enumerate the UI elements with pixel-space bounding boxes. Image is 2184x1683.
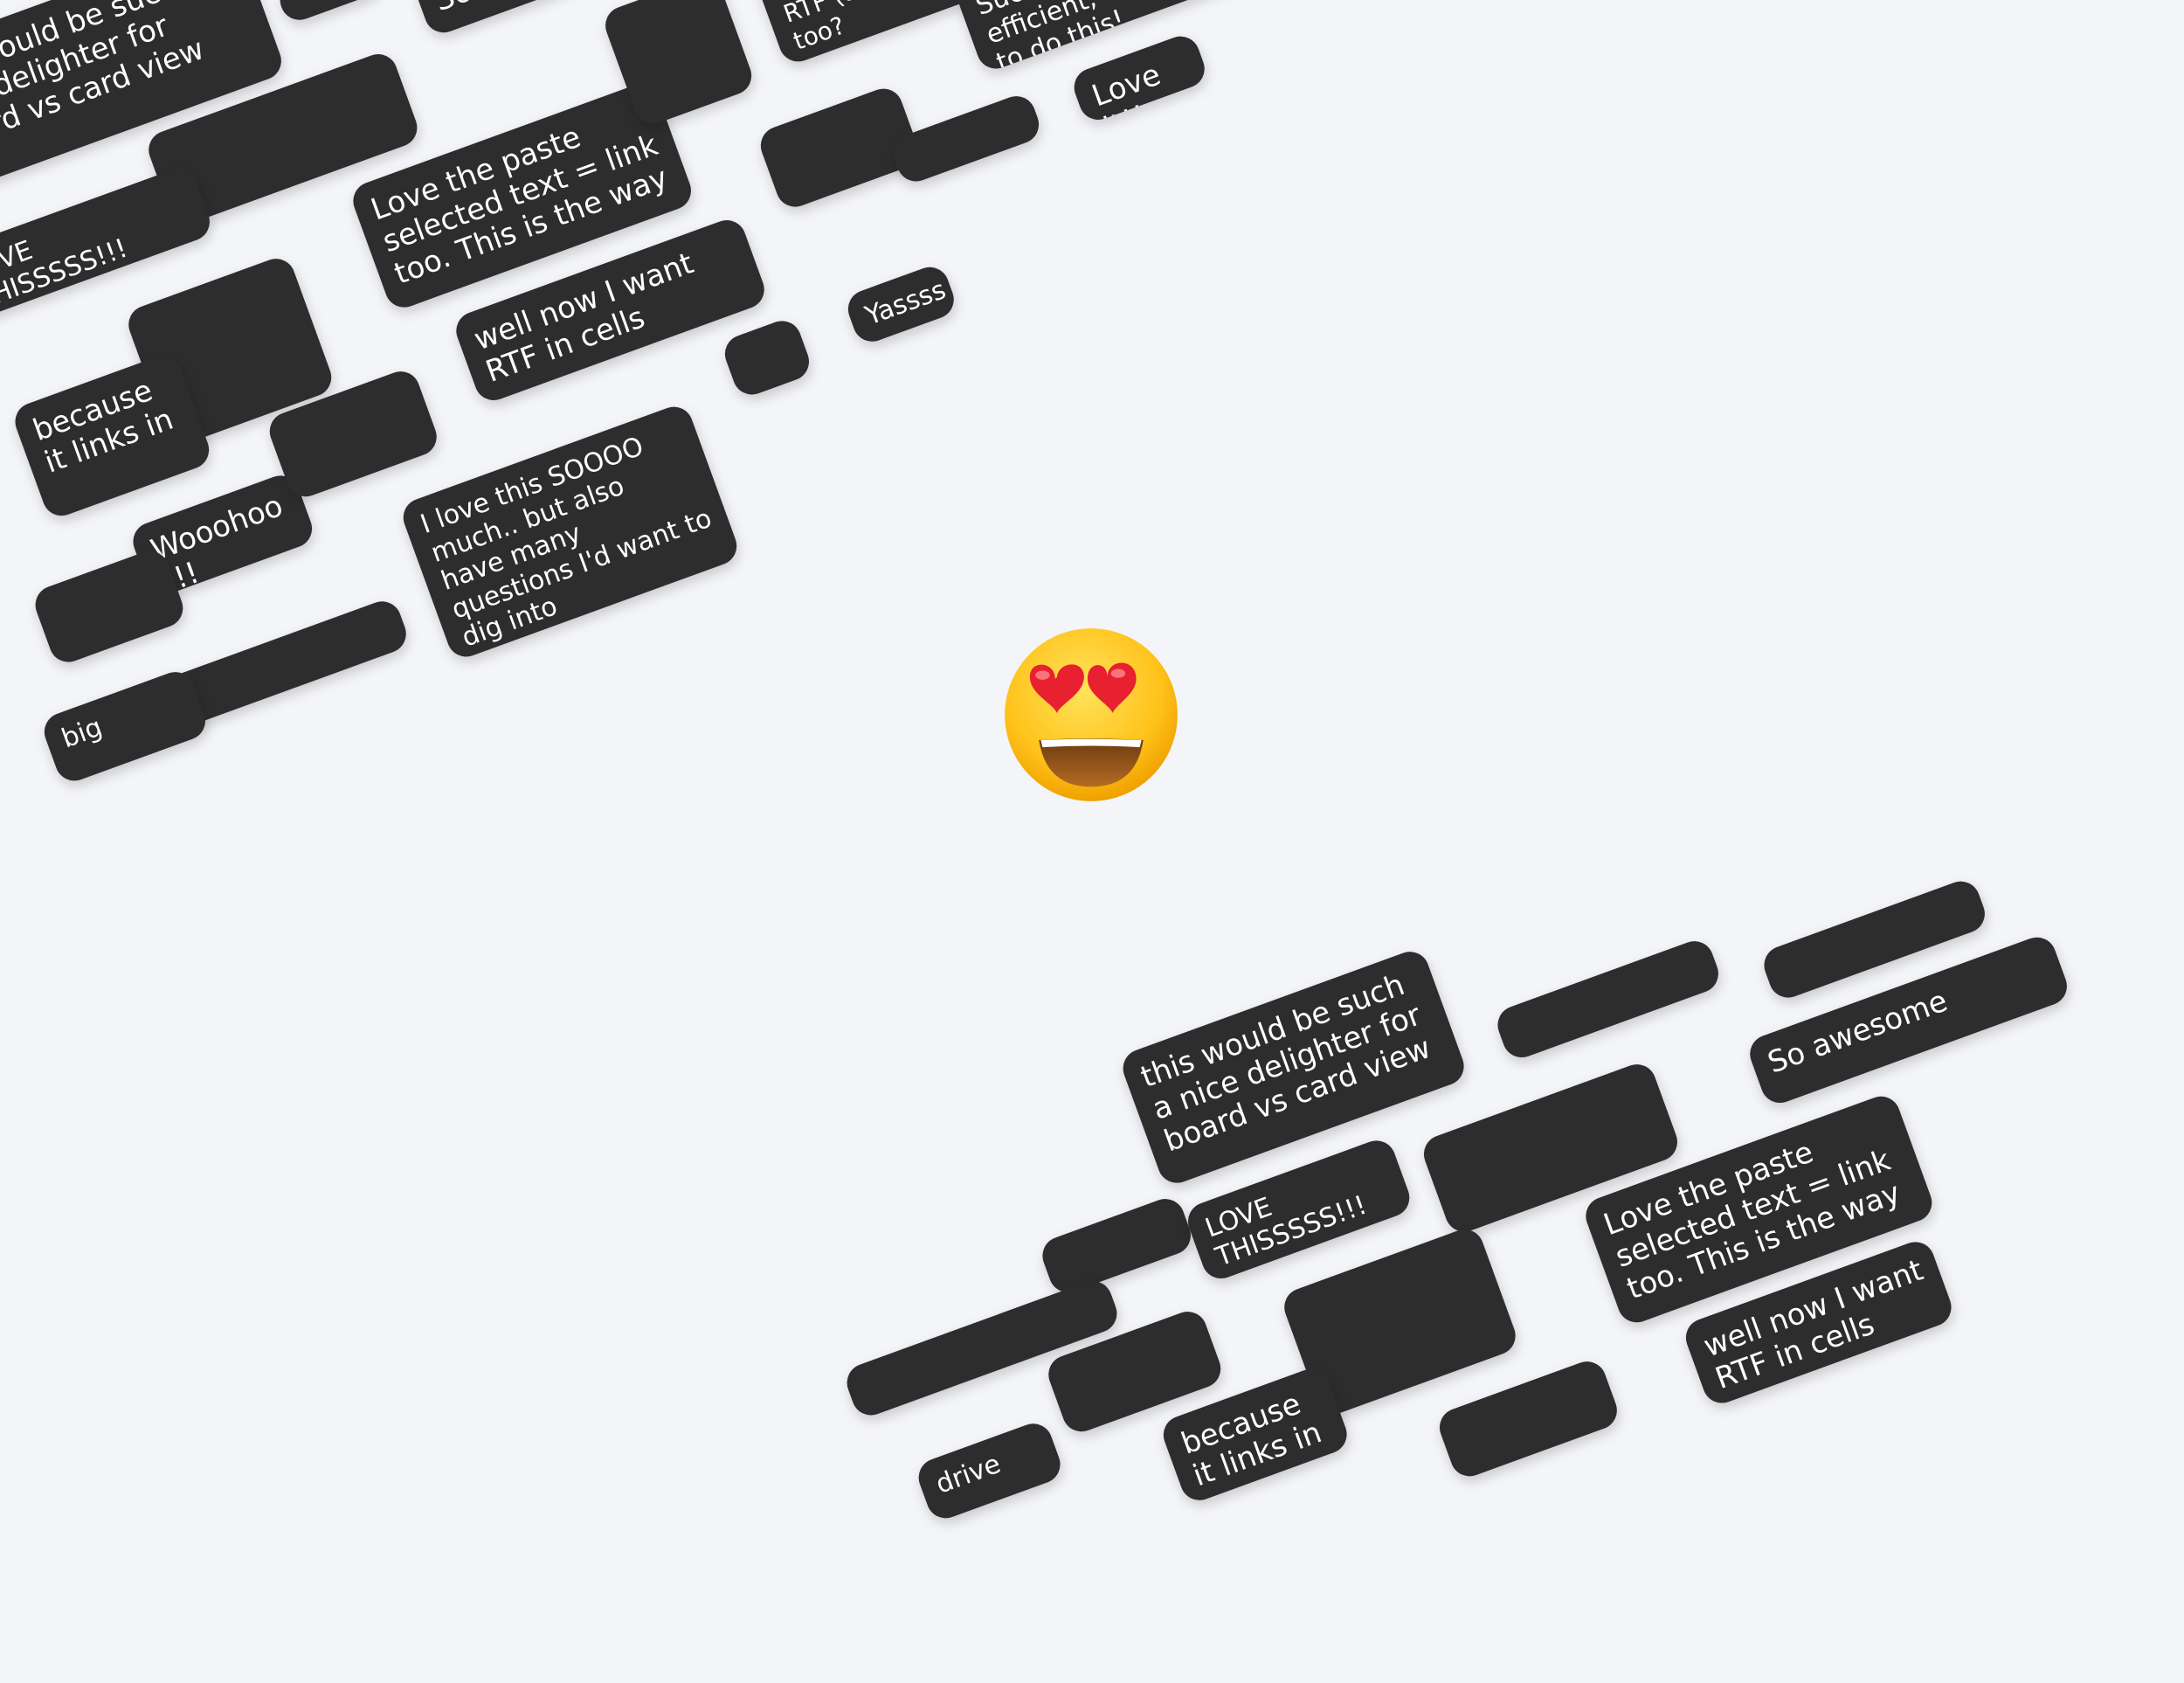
feedback-bubble-blank [719, 315, 815, 400]
feedback-bubble-blank [274, 0, 387, 25]
feedback-bubble-blank [888, 90, 1045, 187]
feedback-bubble-questions: I love this SOOOO much.. but also have m… [397, 401, 743, 662]
feedback-bubble-blank [1492, 935, 1724, 1063]
heart-eyes-emoji-icon [1005, 628, 1178, 801]
feedback-bubble-blank [1434, 1355, 1623, 1482]
feedback-bubble-big: big [38, 666, 211, 786]
feedback-bubble-board-view: this would be such a nice delighter for … [1117, 945, 1469, 1188]
feedback-bubble-so-awesome-text: So awesome [430, 0, 619, 18]
feedback-bubble-drive: drive [913, 1418, 1066, 1524]
feedback-bubble-so-awesome-text: So awesome [1763, 983, 1952, 1081]
feedback-bubble-love-it: Love it!! [1068, 31, 1210, 126]
feedback-bubble-blank [1037, 1193, 1197, 1299]
feedback-bubble-blank [30, 545, 189, 668]
feedback-bubble-yassss: Yassss [842, 261, 959, 347]
